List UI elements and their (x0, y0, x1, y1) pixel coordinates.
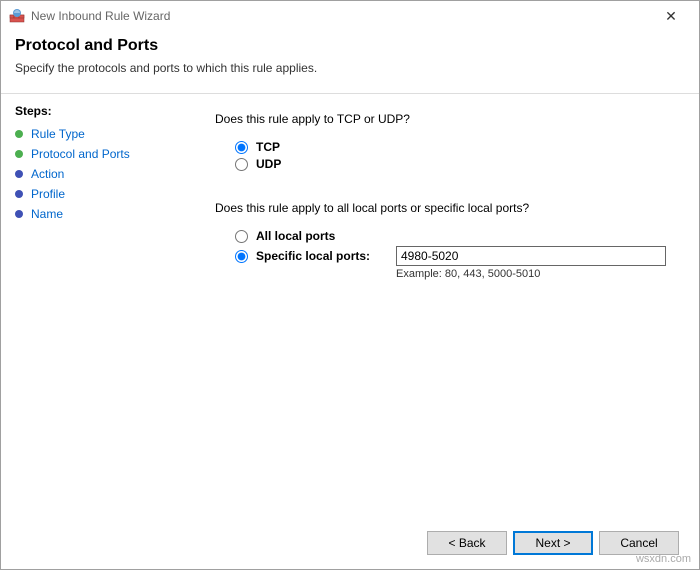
udp-radio[interactable] (235, 158, 248, 171)
all-ports-radio[interactable] (235, 230, 248, 243)
ports-question: Does this rule apply to all local ports … (215, 201, 675, 215)
steps-sidebar: Steps: Rule Type Protocol and Ports Acti… (1, 94, 191, 573)
close-icon[interactable]: ✕ (651, 8, 691, 25)
bullet-icon (15, 170, 23, 178)
step-rule-type[interactable]: Rule Type (15, 124, 177, 144)
firewall-icon (9, 8, 25, 24)
step-label[interactable]: Action (31, 167, 64, 181)
step-action[interactable]: Action (15, 164, 177, 184)
ports-input[interactable] (396, 246, 666, 266)
specific-ports-label[interactable]: Specific local ports: (256, 249, 396, 263)
bullet-icon (15, 130, 23, 138)
ports-example: Example: 80, 443, 5000-5010 (396, 268, 675, 280)
cancel-button[interactable]: Cancel (599, 531, 679, 555)
step-name[interactable]: Name (15, 204, 177, 224)
specific-ports-radio[interactable] (235, 250, 248, 263)
step-label[interactable]: Profile (31, 187, 65, 201)
step-profile[interactable]: Profile (15, 184, 177, 204)
tcp-radio[interactable] (235, 141, 248, 154)
step-label[interactable]: Protocol and Ports (31, 147, 130, 161)
step-label[interactable]: Rule Type (31, 127, 85, 141)
step-label[interactable]: Name (31, 207, 63, 221)
back-button[interactable]: < Back (427, 531, 507, 555)
window-title: New Inbound Rule Wizard (31, 9, 651, 23)
all-ports-label[interactable]: All local ports (256, 229, 335, 243)
step-protocol-ports[interactable]: Protocol and Ports (15, 144, 177, 164)
bullet-icon (15, 150, 23, 158)
steps-heading: Steps: (15, 104, 177, 118)
bullet-icon (15, 210, 23, 218)
tcp-label[interactable]: TCP (256, 140, 280, 154)
page-subtitle: Specify the protocols and ports to which… (15, 61, 685, 75)
protocol-question: Does this rule apply to TCP or UDP? (215, 112, 675, 126)
page-title: Protocol and Ports (15, 37, 685, 55)
bullet-icon (15, 190, 23, 198)
next-button[interactable]: Next > (513, 531, 593, 555)
content-panel: Does this rule apply to TCP or UDP? TCP … (191, 94, 699, 573)
udp-label[interactable]: UDP (256, 157, 281, 171)
